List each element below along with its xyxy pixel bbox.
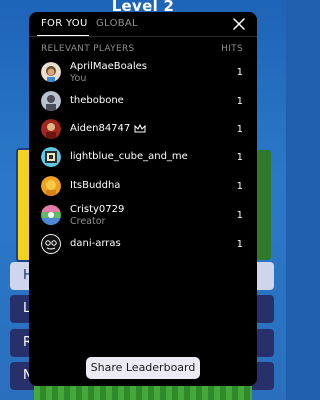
player-name: lightblue_cube_and_me: [70, 151, 188, 162]
tab-global[interactable]: GLOBAL: [96, 18, 138, 29]
player-hits: 1: [236, 124, 243, 135]
player-name: ItsBuddha: [70, 180, 121, 191]
player-subtitle: You: [70, 73, 87, 84]
player-row[interactable]: dani-arras 1: [29, 230, 257, 258]
player-hits: 1: [236, 239, 243, 250]
player-name: dani-arras: [70, 238, 121, 249]
player-row[interactable]: Aiden84747 1: [29, 115, 257, 143]
avatar: [41, 205, 61, 225]
player-hits: 1: [236, 152, 243, 163]
close-icon[interactable]: [231, 16, 247, 32]
crown-icon: [134, 123, 146, 133]
player-row[interactable]: Cristy0729 Creator 1: [29, 201, 257, 229]
avatar: [41, 62, 61, 82]
player-hits: 1: [236, 67, 243, 78]
relevant-players-header: RELEVANT PLAYERS: [41, 44, 135, 54]
leaderboard-tabs: FOR YOU GLOBAL: [29, 12, 257, 37]
player-row[interactable]: thebobone 1: [29, 87, 257, 115]
avatar: [41, 234, 61, 254]
hits-header: HITS: [221, 44, 243, 54]
player-name: Cristy0729: [70, 204, 125, 215]
player-row[interactable]: AprilMaeBoales You 1: [29, 58, 257, 86]
player-hits: 1: [236, 210, 243, 221]
player-name: thebobone: [70, 95, 124, 106]
avatar: [41, 176, 61, 196]
tabs-divider: [29, 36, 257, 37]
avatar: [41, 147, 61, 167]
share-leaderboard-button[interactable]: Share Leaderboard: [86, 357, 200, 379]
avatar: [41, 119, 61, 139]
player-hits: 1: [236, 96, 243, 107]
player-name: AprilMaeBoales: [70, 61, 148, 72]
bg-block-right: [257, 150, 271, 260]
tab-for-you[interactable]: FOR YOU: [41, 18, 88, 29]
player-row[interactable]: ItsBuddha 1: [29, 172, 257, 200]
player-hits: 1: [236, 181, 243, 192]
player-name-text: Aiden84747: [70, 123, 131, 134]
player-name: Aiden84747: [70, 123, 146, 134]
avatar: [41, 91, 61, 111]
leaderboard-panel: FOR YOU GLOBAL RELEVANT PLAYERS HITS Apr…: [29, 12, 257, 386]
player-row[interactable]: lightblue_cube_and_me 1: [29, 143, 257, 171]
bg-grass: [34, 386, 252, 400]
player-subtitle: Creator: [70, 216, 106, 227]
